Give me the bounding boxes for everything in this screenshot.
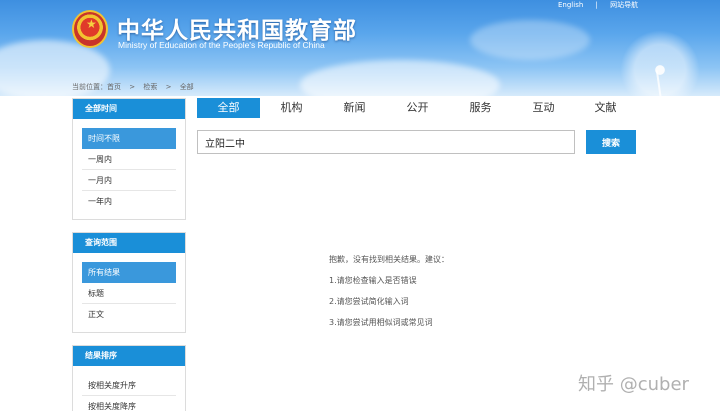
time-filter-title: 全部时间 bbox=[73, 99, 185, 119]
scope-filter-body[interactable]: 正文 bbox=[82, 304, 176, 325]
breadcrumb-home[interactable]: 当前位置：首页 bbox=[72, 83, 121, 91]
scope-filter-title-only[interactable]: 标题 bbox=[82, 283, 176, 304]
scope-filter-all[interactable]: 所有结果 bbox=[82, 262, 176, 283]
tab-news[interactable]: 新闻 bbox=[323, 98, 386, 118]
time-filter-month[interactable]: 一月内 bbox=[82, 170, 176, 191]
suggestion-item: 1.请您检查输入是否错误 bbox=[329, 276, 417, 285]
breadcrumb-separator: > bbox=[165, 83, 172, 91]
tab-all[interactable]: 全部 bbox=[197, 98, 260, 118]
category-tabs: 全部 机构 新闻 公开 服务 互动 文献 bbox=[197, 98, 636, 118]
time-filter-panel: 全部时间 时间不限 一周内 一月内 一年内 bbox=[72, 98, 186, 220]
suggestion-item: 2.请您尝试简化输入词 bbox=[329, 297, 409, 306]
search-input[interactable] bbox=[197, 130, 575, 154]
site-subtitle: Ministry of Education of the People's Re… bbox=[118, 40, 325, 50]
time-filter-week[interactable]: 一周内 bbox=[82, 149, 176, 170]
tab-institutions[interactable]: 机构 bbox=[260, 98, 323, 118]
national-emblem-icon: ★ bbox=[72, 10, 108, 48]
scope-filter-panel: 查询范围 所有结果 标题 正文 bbox=[72, 232, 186, 333]
search-button[interactable]: 搜索 bbox=[586, 130, 636, 154]
tab-interaction[interactable]: 互动 bbox=[512, 98, 575, 118]
tab-documents[interactable]: 文献 bbox=[575, 98, 636, 118]
breadcrumb: 当前位置：首页 > 检索 > 全部 bbox=[72, 82, 200, 92]
tab-public[interactable]: 公开 bbox=[386, 98, 449, 118]
time-filter-year[interactable]: 一年内 bbox=[82, 191, 176, 212]
tab-services[interactable]: 服务 bbox=[449, 98, 512, 118]
sort-relevance-desc[interactable]: 按相关度降序 bbox=[82, 396, 176, 411]
breadcrumb-search[interactable]: 检索 bbox=[143, 83, 157, 91]
scope-filter-title: 查询范围 bbox=[73, 233, 185, 253]
link-divider: | bbox=[595, 1, 598, 9]
no-results-message: 抱歉，没有找到相关结果。建议： bbox=[329, 255, 449, 264]
english-link[interactable]: English bbox=[558, 1, 583, 9]
zhihu-watermark: 知乎 @cuber bbox=[578, 374, 689, 395]
sort-relevance-asc[interactable]: 按相关度升序 bbox=[82, 375, 176, 396]
breadcrumb-current: 全部 bbox=[179, 83, 194, 91]
breadcrumb-separator: > bbox=[129, 83, 136, 91]
top-links: English | 网站导航 bbox=[558, 0, 648, 10]
suggestion-item: 3.请您尝试用相似词或常见词 bbox=[329, 318, 433, 327]
time-filter-any[interactable]: 时间不限 bbox=[82, 128, 176, 149]
site-nav-link[interactable]: 网站导航 bbox=[610, 1, 638, 9]
sort-panel: 结果排序 按相关度升序 按相关度降序 bbox=[72, 345, 186, 411]
sort-title: 结果排序 bbox=[73, 346, 185, 366]
site-header: ★ 中华人民共和国教育部 Ministry of Education of th… bbox=[0, 0, 720, 96]
